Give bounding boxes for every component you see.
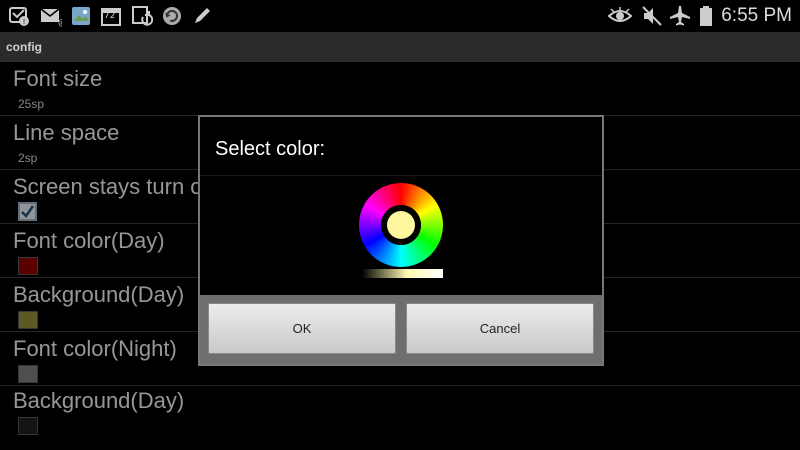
pencil-icon — [195, 8, 210, 23]
svg-text:@: @ — [58, 18, 62, 27]
svg-text:!: ! — [23, 18, 26, 26]
battery-icon — [700, 6, 712, 26]
calendar-day: 72 — [104, 11, 116, 21]
divider — [200, 175, 602, 176]
eye-icon — [607, 7, 633, 22]
color-wheel[interactable] — [358, 182, 444, 268]
brightness-slider[interactable] — [362, 269, 443, 278]
color-picker-dialog: Select color: OK Cancel — [198, 115, 604, 366]
dialog-button-bar: OK Cancel — [200, 295, 602, 364]
voicemail-icon: ! — [9, 7, 29, 26]
ok-button[interactable]: OK — [208, 303, 396, 354]
gallery-icon — [72, 7, 90, 25]
cancel-button[interactable]: Cancel — [406, 303, 594, 354]
refresh-icon — [163, 7, 181, 25]
mute-icon — [642, 6, 662, 26]
email-icon: @ — [40, 8, 62, 27]
airplane-icon — [670, 6, 690, 26]
dialog-title: Select color: — [215, 138, 326, 160]
clock: 6:55 PM — [721, 5, 792, 26]
selected-color-preview[interactable] — [387, 211, 415, 239]
action-bar: config — [0, 32, 800, 62]
sync-icon — [132, 6, 153, 26]
app-title: config — [6, 40, 42, 54]
status-bar: ! @ 72 6:55 PM — [0, 0, 800, 32]
